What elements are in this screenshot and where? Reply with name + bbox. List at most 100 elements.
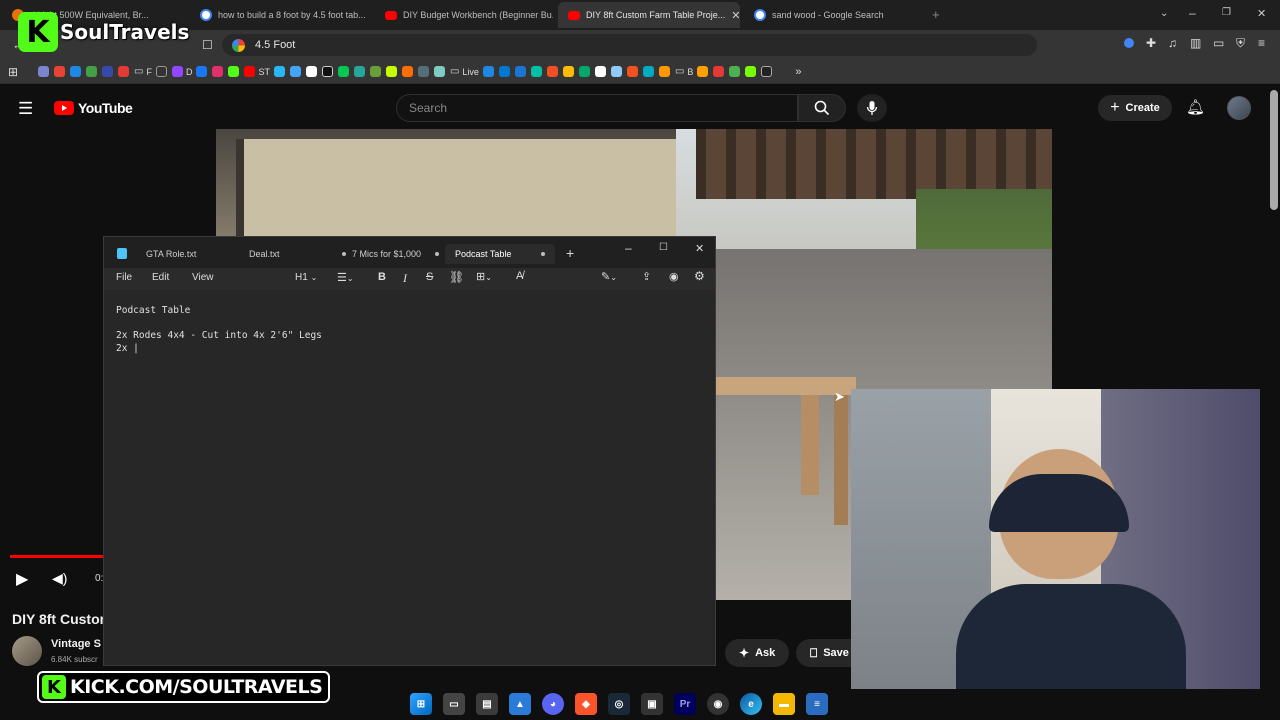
bookmark-item[interactable]: [498, 64, 511, 80]
extension-icon[interactable]: [1124, 38, 1134, 48]
bookmark-item[interactable]: [196, 64, 208, 80]
bookmark-item[interactable]: D: [171, 64, 192, 80]
bookmark-item[interactable]: [212, 64, 224, 80]
bookmark-item[interactable]: [228, 64, 240, 80]
bookmark-item[interactable]: [594, 64, 607, 80]
table-icon[interactable]: ⊞⌄: [476, 270, 492, 283]
bookmark-item[interactable]: [578, 64, 591, 80]
bookmark-folder[interactable]: ▭ Live: [450, 64, 479, 80]
reading-list-icon[interactable]: ♫: [1168, 36, 1177, 50]
bookmark-item[interactable]: [337, 64, 350, 80]
strikethrough-icon[interactable]: S: [426, 271, 433, 283]
extensions-puzzle-icon[interactable]: ✚: [1146, 36, 1156, 50]
bookmark-item[interactable]: [713, 64, 725, 80]
voice-search-button[interactable]: [857, 94, 887, 122]
bookmark-item[interactable]: [729, 64, 741, 80]
bookmark-item[interactable]: [321, 64, 334, 80]
browser-tab-3[interactable]: DIY Budget Workbench (Beginner Bu...: [375, 2, 553, 28]
minimize-icon[interactable]: –: [1189, 6, 1196, 20]
bookmark-item[interactable]: [626, 64, 639, 80]
bookmark-item[interactable]: [70, 64, 82, 80]
bookmark-item[interactable]: [38, 64, 50, 80]
create-button[interactable]: + Create: [1098, 95, 1172, 121]
bookmark-item[interactable]: [642, 64, 655, 80]
notepad-tab-7-mics[interactable]: 7 Mics for $1,000: [352, 244, 440, 264]
bookmark-item[interactable]: [273, 64, 286, 80]
tab-search-icon[interactable]: ⌄: [1160, 8, 1168, 19]
notepad-tab-deal[interactable]: Deal.txt: [249, 244, 346, 264]
link-icon[interactable]: ⛓︎: [449, 270, 464, 284]
menu-edit[interactable]: Edit: [152, 272, 169, 283]
bookmark-item[interactable]: [658, 64, 671, 80]
close-window-icon[interactable]: ✕: [695, 242, 704, 255]
play-icon[interactable]: ▶: [16, 569, 28, 589]
shield-icon[interactable]: ⛨: [1236, 36, 1245, 51]
notepad-tab-podcast-table[interactable]: Podcast Table: [445, 244, 555, 264]
bookmark-item[interactable]: [546, 64, 559, 80]
notepad-taskbar-icon[interactable]: ≡: [806, 693, 828, 715]
bookmark-item[interactable]: [353, 64, 366, 80]
bookmark-icon[interactable]: ☐: [202, 38, 213, 52]
youtube-search-input[interactable]: Search: [396, 94, 798, 122]
bookmark-item[interactable]: [417, 64, 430, 80]
bookmark-item[interactable]: [610, 64, 623, 80]
youtube-logo[interactable]: YouTube: [54, 100, 133, 116]
bookmark-item[interactable]: [433, 64, 446, 80]
apps-grid-icon[interactable]: ⊞: [8, 64, 20, 80]
youtube-search-button[interactable]: [798, 94, 846, 122]
bold-icon[interactable]: B: [378, 271, 386, 283]
avatar[interactable]: [1227, 96, 1251, 120]
browser-tab-2[interactable]: how to build a 8 foot by 4.5 foot tab...: [190, 2, 368, 28]
bookmark-item[interactable]: [697, 64, 709, 80]
hamburger-menu-icon[interactable]: ☰: [18, 99, 33, 119]
app-icon[interactable]: ▣: [641, 693, 663, 715]
bookmark-item[interactable]: [745, 64, 757, 80]
discord-icon[interactable]: ◕: [542, 693, 564, 715]
bookmark-item[interactable]: [369, 64, 382, 80]
bookmark-item[interactable]: ST: [244, 64, 270, 80]
copilot-pen-icon[interactable]: ✎⌄: [601, 270, 617, 283]
volume-icon[interactable]: ◀︎): [52, 570, 67, 587]
task-view-icon[interactable]: ▭: [443, 693, 465, 715]
new-tab-icon[interactable]: +: [566, 245, 574, 261]
notepad-tab-gta-role[interactable]: GTA Role.txt: [146, 244, 196, 264]
browser-tab-4-active[interactable]: DIY 8ft Custom Farm Table Proje... ✕: [558, 2, 740, 28]
menu-file[interactable]: File: [116, 272, 132, 283]
notepad-text-area[interactable]: Podcast Table 2x Rodes 4x4 - Cut into 4x …: [104, 290, 715, 665]
bookmark-item[interactable]: [54, 64, 66, 80]
wallet-icon[interactable]: ▭: [1213, 36, 1224, 50]
photos-icon[interactable]: ▲: [509, 693, 531, 715]
bookmark-item[interactable]: [385, 64, 398, 80]
premiere-pro-icon[interactable]: Pr: [674, 693, 696, 715]
close-window-icon[interactable]: ✕: [1257, 7, 1266, 20]
address-bar[interactable]: 4.5 Foot: [222, 34, 1037, 56]
video-progress-bar[interactable]: [10, 555, 105, 558]
steam-icon[interactable]: ◎: [608, 693, 630, 715]
bookmark-item[interactable]: [118, 64, 130, 80]
bookmark-item[interactable]: [86, 64, 98, 80]
heading-dropdown[interactable]: H1 ⌄: [295, 272, 317, 283]
edge-browser-icon[interactable]: e: [740, 693, 762, 715]
bookmark-item[interactable]: [562, 64, 575, 80]
share-icon[interactable]: ⇪: [642, 270, 651, 283]
bookmark-item[interactable]: [482, 64, 495, 80]
channel-name[interactable]: Vintage S: [51, 638, 103, 650]
notifications-bell-icon[interactable]: 🔔︎: [1186, 98, 1205, 116]
menu-view[interactable]: View: [192, 272, 214, 283]
more-bookmarks-icon[interactable]: »: [795, 64, 807, 80]
bookmark-item[interactable]: [514, 64, 527, 80]
ask-button[interactable]: ✦ Ask: [725, 639, 790, 667]
bookmark-item[interactable]: [761, 64, 773, 80]
save-button[interactable]: ⎕ Save: [796, 639, 852, 667]
clear-formatting-icon[interactable]: A̸: [516, 270, 523, 282]
account-icon[interactable]: ◉: [669, 270, 679, 283]
obs-icon[interactable]: ◉: [707, 693, 729, 715]
new-tab-icon[interactable]: +: [932, 7, 940, 22]
bookmark-item[interactable]: [289, 64, 302, 80]
windows-start-icon[interactable]: ⊞: [410, 693, 432, 715]
brave-browser-icon[interactable]: ◆: [575, 693, 597, 715]
restore-icon[interactable]: ❐: [1222, 7, 1231, 18]
file-explorer-icon[interactable]: ▬: [773, 693, 795, 715]
bookmark-item[interactable]: [401, 64, 414, 80]
widgets-icon[interactable]: ▤: [476, 693, 498, 715]
